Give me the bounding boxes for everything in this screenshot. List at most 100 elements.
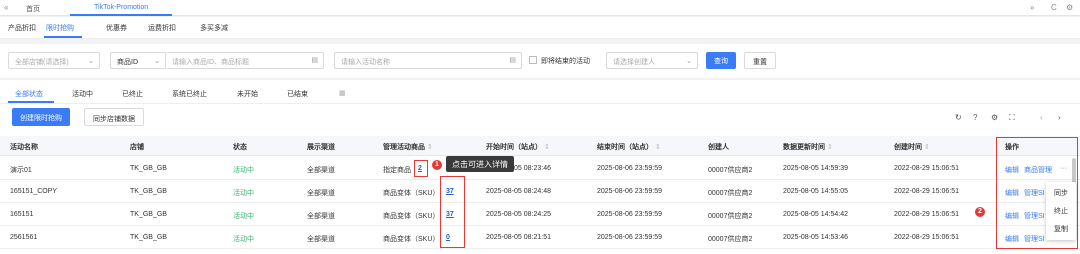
chevron-down-icon: ⌄ xyxy=(88,58,94,65)
promotion-type-tabs: 产品折扣 限时抢购 优惠券 运费折扣 多买多减 xyxy=(0,17,1080,39)
ending-soon-checkbox[interactable] xyxy=(529,56,537,64)
sync-store-data-button[interactable]: 同步店铺数据 xyxy=(84,108,144,126)
annotation-badge-1: 1 xyxy=(432,160,442,170)
table-row: 演示01 TK_GB_GB 活动中 全部渠道 指定商品 2 2025-08-05… xyxy=(0,157,1080,180)
collapse-left-icon[interactable]: « xyxy=(4,3,8,12)
reset-button[interactable]: 重置 xyxy=(744,52,776,69)
tab-buy-more[interactable]: 多买多减 xyxy=(200,23,228,33)
col-start-time[interactable]: 开始时间（站点） ⇕ xyxy=(486,142,550,152)
sort-icon: ⇕ xyxy=(544,144,550,151)
col-start-time-label: 开始时间（站点） xyxy=(486,144,542,151)
status-badge: 活动中 xyxy=(233,213,254,220)
cell-created: 2022-08-29 15:06:51 xyxy=(894,211,959,218)
sort-icon: ⇕ xyxy=(827,144,833,151)
tab-all-status[interactable]: 全部状态 xyxy=(15,89,43,99)
table-row: 165151 TK_GB_GB 活动中 全部渠道 商品变体（SKU） 37 20… xyxy=(0,203,1080,226)
col-status: 状态 xyxy=(233,144,247,151)
cell-creator: 00007供应商2 xyxy=(708,190,753,197)
cell-goods-label: 商品变体（SKU） xyxy=(383,190,440,197)
product-id-placeholder: 请输入商品ID、商品标题 xyxy=(172,59,249,66)
top-bar: « 首页 TikTok-Promotion » C ⚙ xyxy=(0,0,1080,16)
create-flash-sale-button[interactable]: 创建限时抢购 xyxy=(12,108,70,126)
highlight-box-goods-column xyxy=(440,176,465,248)
menu-item-terminate[interactable]: 终止 xyxy=(1054,206,1068,216)
settings-icon[interactable]: ⚙ xyxy=(1066,3,1073,12)
chevron-down-icon: ⌄ xyxy=(154,58,160,65)
help-icon[interactable]: ? xyxy=(973,113,977,122)
tab-coupon[interactable]: 优惠券 xyxy=(106,23,127,33)
tab-shipping-discount[interactable]: 运费折扣 xyxy=(148,23,176,33)
col-updated-label: 数据更新时间 xyxy=(783,144,825,151)
product-id-select[interactable]: 商品ID ⌄ xyxy=(110,52,166,69)
highlight-box-goods-count xyxy=(414,160,428,177)
table-row: 2561561 TK_GB_GB 活动中 全部渠道 商品变体（SKU） 0 20… xyxy=(0,226,1080,249)
cell-channel: 全部渠道 xyxy=(307,213,335,220)
active-tab-indicator xyxy=(44,36,82,38)
ending-soon-label: 即将结束的活动 xyxy=(541,58,590,65)
tab-active[interactable]: 活动中 xyxy=(72,89,93,99)
menu-item-sync[interactable]: 同步 xyxy=(1054,188,1068,198)
refresh-icon[interactable]: ↻ xyxy=(955,113,962,122)
cell-end: 2025-08-06 23:59:59 xyxy=(597,165,662,172)
column-settings-icon[interactable]: ⚙ xyxy=(991,113,998,122)
col-end-time[interactable]: 结束时间（站点） ⇕ xyxy=(597,142,661,152)
sort-icon: ⇕ xyxy=(427,144,433,151)
expand-right-icon[interactable]: » xyxy=(1030,3,1034,12)
col-activity-name: 活动名称 xyxy=(10,144,38,151)
col-updated[interactable]: 数据更新时间 ⇕ xyxy=(783,142,833,152)
tab-flash-sale[interactable]: 限时抢购 xyxy=(46,23,74,33)
chevron-down-icon: ⌄ xyxy=(686,58,692,65)
col-created-label: 创建时间 xyxy=(894,144,922,151)
cell-store: TK_GB_GB xyxy=(130,188,167,195)
tab-ended[interactable]: 已结束 xyxy=(287,89,308,99)
tab-tiktok-promotion[interactable]: TikTok-Promotion xyxy=(70,0,173,16)
cell-goods-label: 商品变体（SKU） xyxy=(383,236,440,243)
status-badge: 活动中 xyxy=(233,167,254,174)
cell-name: 165151_COPY xyxy=(10,188,58,195)
product-id-input[interactable]: 请输入商品ID、商品标题 ▤ xyxy=(166,52,324,69)
tab-terminated[interactable]: 已终止 xyxy=(122,89,143,99)
cell-channel: 全部渠道 xyxy=(307,167,335,174)
tab-settings-icon[interactable]: ▦ xyxy=(339,89,346,97)
cell-creator: 00007供应商2 xyxy=(708,167,753,174)
col-store: 店铺 xyxy=(130,144,144,151)
cell-name: 2561561 xyxy=(10,234,38,241)
creator-select[interactable]: 请选择创建人 ⌄ xyxy=(606,52,698,69)
cell-store: TK_GB_GB xyxy=(130,234,167,241)
cell-created: 2022-08-29 15:06:51 xyxy=(894,234,959,241)
col-goods-label: 管理活动商品 xyxy=(383,144,425,151)
tab-divider xyxy=(0,103,1080,104)
tab-product-discount[interactable]: 产品折扣 xyxy=(8,23,36,33)
cell-name: 演示01 xyxy=(10,167,32,174)
col-end-time-label: 结束时间（站点） xyxy=(597,144,653,151)
query-button[interactable]: 查询 xyxy=(706,52,736,69)
tab-system-terminated[interactable]: 系统已终止 xyxy=(172,89,207,99)
tab-not-started[interactable]: 未开始 xyxy=(237,89,258,99)
cell-end: 2025-08-06 23:59:59 xyxy=(597,211,662,218)
cell-start: 2025-08-05 08:21:51 xyxy=(486,234,551,241)
activity-list-panel: 全部状态 活动中 已终止 系统已终止 未开始 已结束 ▦ 创建限时抢购 同步店铺… xyxy=(0,80,1080,254)
chevron-left-icon[interactable]: ‹ xyxy=(1040,113,1043,122)
cell-creator: 00007供应商2 xyxy=(708,236,753,243)
chevron-right-icon[interactable]: › xyxy=(1058,113,1061,122)
cell-store: TK_GB_GB xyxy=(130,165,167,172)
more-actions-menu: 同步 终止 复制 xyxy=(1046,182,1076,240)
cell-channel: 全部渠道 xyxy=(307,190,335,197)
refresh-icon[interactable]: C xyxy=(1051,3,1057,12)
activity-name-placeholder: 请输入活动名称 xyxy=(341,59,390,66)
status-badge: 活动中 xyxy=(233,190,254,197)
cell-goods-label: 商品变体（SKU） xyxy=(383,213,440,220)
col-goods[interactable]: 管理活动商品 ⇕ xyxy=(383,142,433,152)
store-select-placeholder: 全部店铺(请选择) xyxy=(15,59,69,66)
store-select[interactable]: 全部店铺(请选择) ⌄ xyxy=(8,52,100,69)
menu-item-copy[interactable]: 复制 xyxy=(1054,224,1068,234)
batch-input-icon: ▤ xyxy=(509,57,516,64)
col-created[interactable]: 创建时间 ⇕ xyxy=(894,142,930,152)
creator-select-placeholder: 请选择创建人 xyxy=(613,59,655,66)
activity-name-input[interactable]: 请输入活动名称 ▤ xyxy=(334,52,522,69)
cell-creator: 00007供应商2 xyxy=(708,213,753,220)
batch-input-icon: ▤ xyxy=(311,57,318,64)
cell-start: 2025-08-05 08:24:25 xyxy=(486,211,551,218)
fullscreen-icon[interactable]: ⛶ xyxy=(1009,113,1015,123)
home-tab[interactable]: 首页 xyxy=(26,4,40,14)
